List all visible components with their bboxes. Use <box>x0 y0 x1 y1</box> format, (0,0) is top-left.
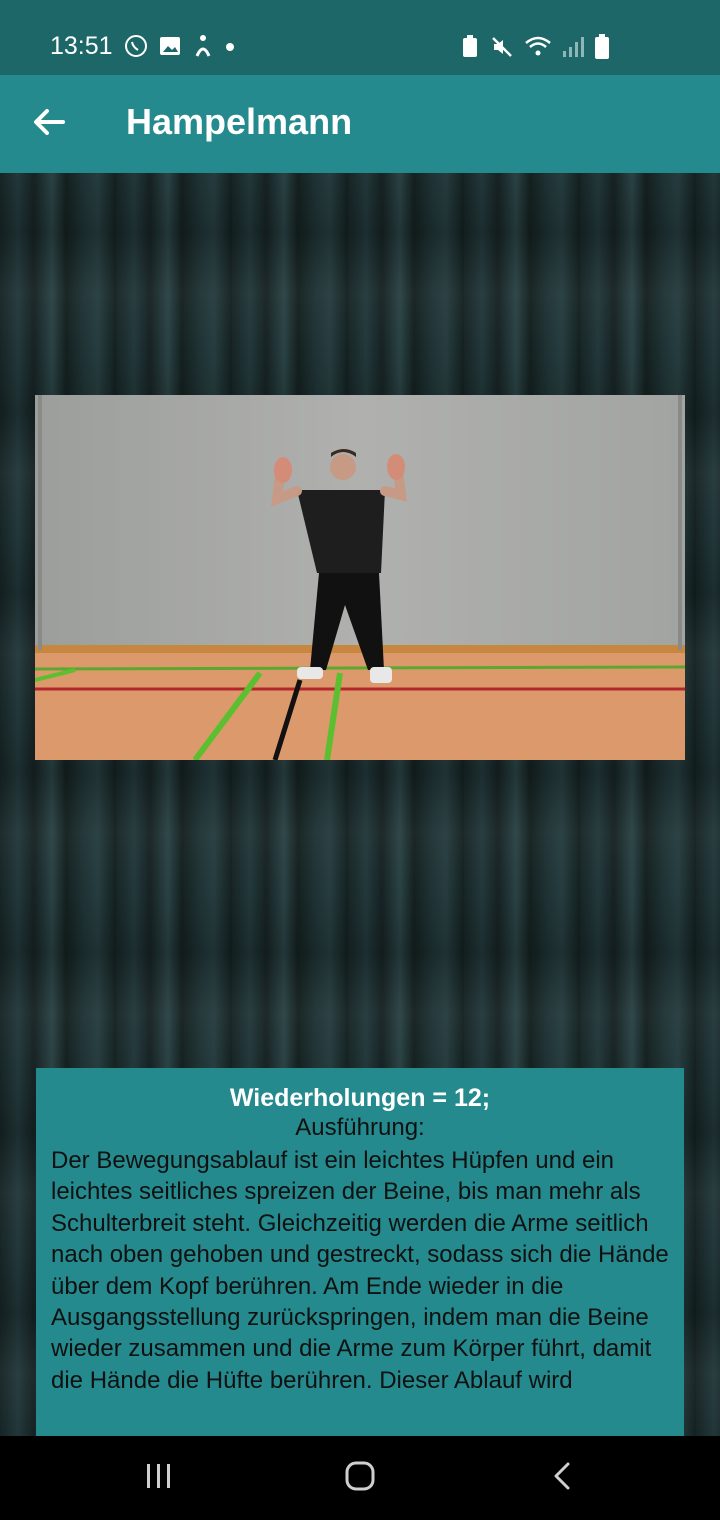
home-button[interactable] <box>334 1456 386 1500</box>
exercise-info-card: Wiederholungen = 12; Ausführung: Der Bew… <box>36 1068 684 1448</box>
dot-icon <box>224 40 236 58</box>
status-left-icons <box>124 34 236 63</box>
execution-label: Ausführung: <box>295 1114 425 1141</box>
recents-icon <box>144 1462 174 1495</box>
gallery-icon <box>158 34 182 63</box>
mute-icon <box>490 35 514 64</box>
page-title: Hampelmann <box>126 101 353 142</box>
signal-icon <box>562 35 584 64</box>
exercise-description: Der Bewegungsablauf ist ein leichtes Hüp… <box>51 1147 669 1394</box>
arrow-left-icon <box>32 107 66 142</box>
app-bar: Hampelmann <box>0 75 720 173</box>
wifi-icon <box>524 35 552 64</box>
whatsapp-icon <box>124 34 148 63</box>
battery-icon <box>594 34 610 65</box>
status-time: 13:51 <box>50 32 113 60</box>
system-back-button[interactable] <box>540 1456 584 1500</box>
accessibility-icon <box>192 34 214 63</box>
battery-saver-icon <box>460 35 480 64</box>
recents-button[interactable] <box>134 1456 184 1500</box>
repetitions-heading: Wiederholungen = 12; <box>229 1084 491 1112</box>
status-right-icons <box>460 34 610 65</box>
navigation-bar <box>0 1436 720 1520</box>
status-bar: 13:51 <box>0 0 720 75</box>
back-button[interactable] <box>22 100 76 148</box>
home-icon <box>344 1460 376 1497</box>
nav-back-icon <box>551 1461 573 1496</box>
exercise-image <box>35 395 685 760</box>
